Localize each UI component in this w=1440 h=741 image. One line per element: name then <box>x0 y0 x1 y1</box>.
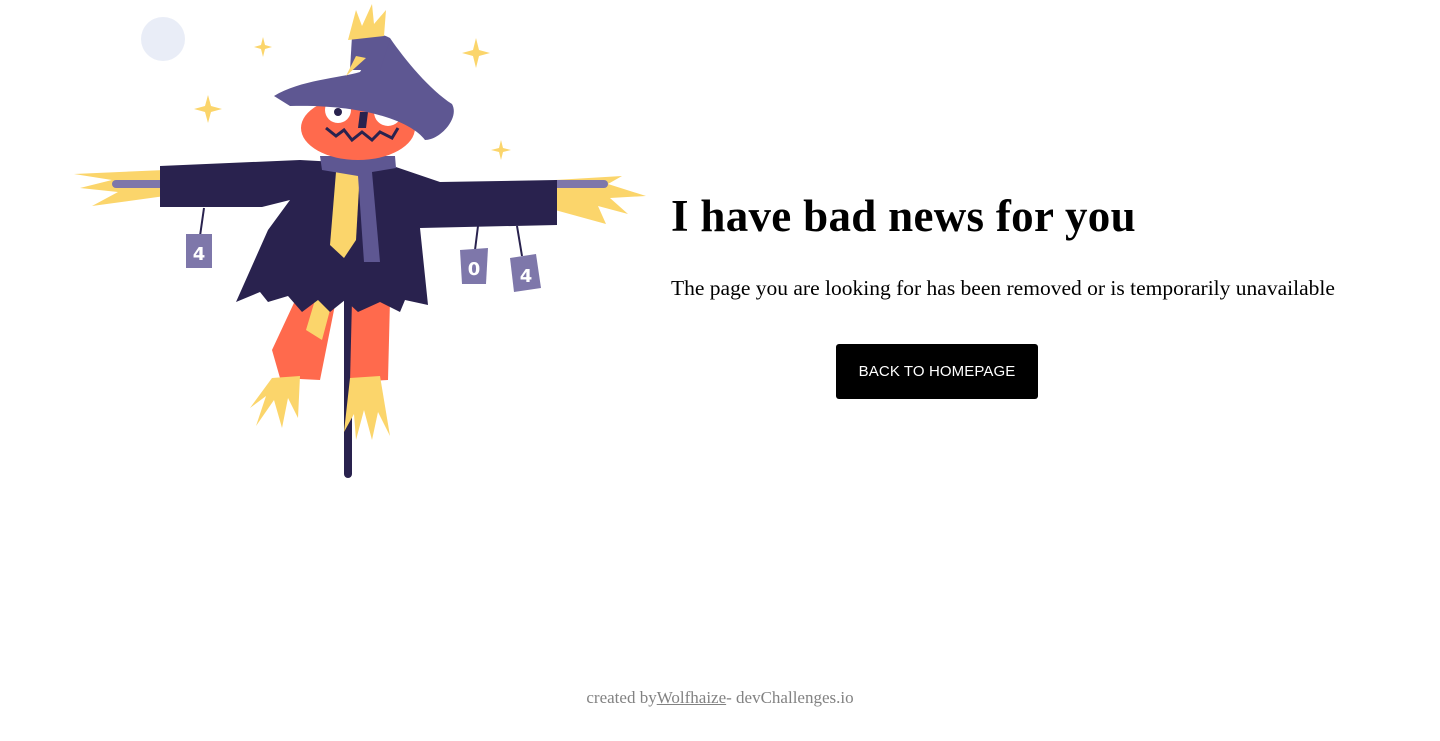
author-link[interactable]: Wolfhaize <box>657 688 726 707</box>
page: 4 0 4 I have bad news for you The page y… <box>0 0 1440 741</box>
footer-suffix: - devChallenges.io <box>726 688 854 707</box>
page-title: I have bad news for you <box>671 191 1136 241</box>
error-description: The page you are looking for has been re… <box>671 276 1335 300</box>
back-to-homepage-button[interactable]: BACK TO HOMEPAGE <box>836 344 1038 399</box>
moon-icon <box>141 17 185 61</box>
can-0: 0 <box>460 225 488 284</box>
coat <box>160 156 557 312</box>
scarecrow-illustration: 4 0 4 <box>74 4 646 478</box>
can-digit: 4 <box>520 266 533 287</box>
error-message-block: I have bad news for you The page you are… <box>671 186 1411 302</box>
can-4-right: 4 <box>510 225 541 292</box>
can-digit: 0 <box>468 259 481 280</box>
can-digit: 4 <box>193 244 206 265</box>
footer-prefix: created by <box>586 688 657 707</box>
can-4-left: 4 <box>186 207 212 268</box>
footer-credit: created byWolfhaize- devChallenges.io <box>0 688 1440 708</box>
